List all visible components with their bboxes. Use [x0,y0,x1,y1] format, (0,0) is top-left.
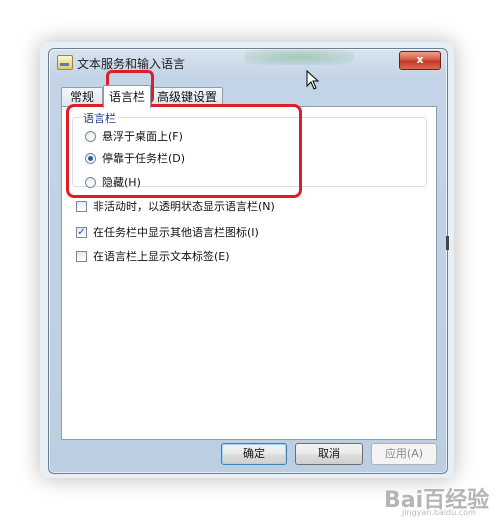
cancel-button[interactable]: 取消 [295,443,363,465]
checkbox-checked[interactable]: ✓ [76,226,87,238]
edge-marker [446,236,449,250]
options-highlight-box [66,104,302,198]
checkbox-transparent-inactive[interactable]: 非活动时，以透明状态显示语言栏(N) [76,198,275,214]
checkbox-show-extra-icons[interactable]: ✓ 在任务栏中显示其他语言栏图标(I) [76,224,259,240]
checkbox-label: 在任务栏中显示其他语言栏图标(I) [93,226,259,239]
checkbox[interactable] [76,250,87,262]
title-blur [244,49,354,65]
close-button[interactable]: x [399,51,441,70]
watermark: Bai百经验 jingyan.baidu.com [384,478,496,522]
checkbox-label: 非活动时，以透明状态显示语言栏(N) [93,200,275,213]
ok-button[interactable]: 确定 [221,443,287,465]
watermark-subtext: jingyan.baidu.com [402,508,476,517]
checkbox-text-labels[interactable]: 在语言栏上显示文本标签(E) [76,248,230,264]
checkbox-label: 在语言栏上显示文本标签(E) [93,250,230,263]
app-icon [57,55,73,70]
mouse-cursor-icon [306,70,320,90]
tab-language-bar[interactable]: 语言栏 [103,85,151,108]
checkbox[interactable] [76,200,87,212]
apply-button[interactable]: 应用(A) [371,443,437,465]
